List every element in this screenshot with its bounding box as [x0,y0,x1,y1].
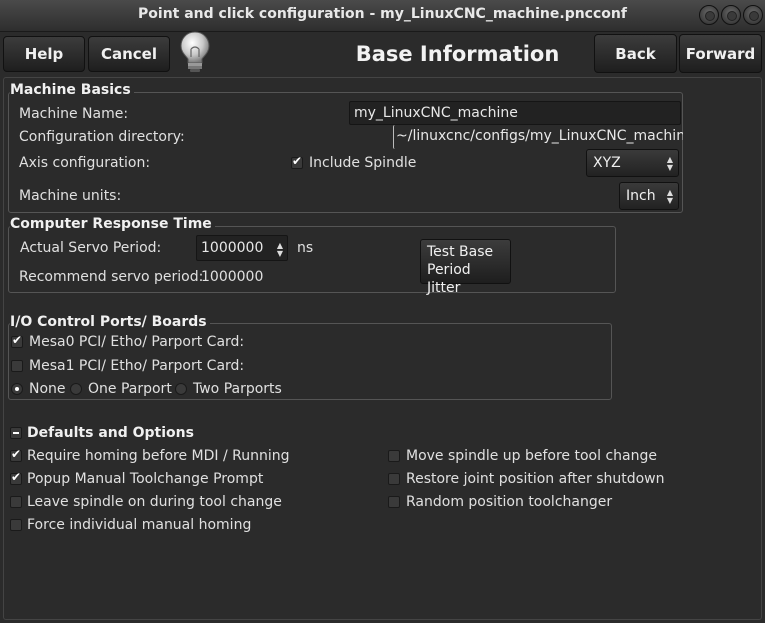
defaults-title: Defaults and Options [27,425,194,441]
lightbulb-icon [178,29,212,75]
parport-none-label: None [29,381,66,397]
test-button-line1: Test Base [427,244,494,260]
machine-units-value: Inch [626,188,656,204]
cancel-button[interactable]: Cancel [88,36,170,72]
updown-arrows-icon: ▲ ▼ [666,155,673,172]
force-manual-homing-checkbox[interactable] [10,519,22,531]
parport-one-label: One Parport [88,381,172,397]
machine-basics-title: Machine Basics [10,82,134,98]
mesa1-label: Mesa1 PCI/ Etho/ Parport Card: [29,358,245,374]
axis-config-select[interactable]: XYZ ▲ ▼ [586,149,679,177]
axis-config-value: XYZ [593,155,621,171]
mesa1-checkbox[interactable] [11,360,23,372]
servo-period-value: 1000000 [201,240,264,256]
spin-arrows-icon[interactable]: ▲ ▼ [277,242,283,258]
config-dir-label: Configuration directory: [19,129,185,145]
recommend-servo-label: Recommend servo period: [19,269,204,285]
servo-period-label: Actual Servo Period: [20,240,162,256]
maximize-icon[interactable] [721,5,741,25]
axis-config-label: Axis configuration: [19,155,151,171]
mesa0-checkbox[interactable] [11,333,23,348]
help-button[interactable]: Help [3,36,85,72]
test-base-period-jitter-button[interactable]: Test Base Period Jitter [420,239,511,296]
restore-joint-position-checkbox[interactable] [388,473,400,485]
parport-one-radio[interactable] [70,383,82,395]
parport-two-radio[interactable] [175,383,187,395]
back-button[interactable]: Back [594,34,677,73]
leave-spindle-on-checkbox[interactable] [10,496,22,508]
popup-toolchange-label: Popup Manual Toolchange Prompt [27,471,264,487]
forward-button[interactable]: Forward [679,34,762,73]
close-icon[interactable] [743,5,763,25]
response-time-title: Computer Response Time [10,216,215,232]
leave-spindle-on-label: Leave spindle on during tool change [27,494,282,510]
random-toolchanger-checkbox[interactable] [388,496,400,508]
machine-units-label: Machine units: [19,188,122,204]
recommend-servo-value: 1000000 [201,269,264,285]
restore-joint-position-label: Restore joint position after shutdown [406,471,665,487]
random-toolchanger-label: Random position toolchanger [406,494,613,510]
page-title: Base Information [355,42,560,66]
machine-name-input[interactable]: my_LinuxCNC_machine [349,101,681,125]
parport-none-radio[interactable] [11,383,23,395]
machine-name-label: Machine Name: [19,106,129,122]
move-spindle-up-label: Move spindle up before tool change [406,448,657,464]
minimize-icon[interactable] [699,5,719,25]
window-title: Point and click configuration - my_Linux… [138,6,627,22]
mesa0-label: Mesa0 PCI/ Etho/ Parport Card: [29,334,245,350]
require-homing-checkbox[interactable] [10,447,22,462]
include-spindle-label: Include Spindle [309,155,417,171]
parport-two-label: Two Parports [193,381,282,397]
test-button-line2: Period Jitter [427,262,471,296]
io-ports-title: I/O Control Ports/ Boards [10,314,210,330]
move-spindle-up-checkbox[interactable] [388,450,400,462]
window-titlebar: Point and click configuration - my_Linux… [0,0,765,32]
updown-arrows-icon: ▲ ▼ [666,188,673,205]
defaults-collapse-icon[interactable] [10,427,22,439]
force-manual-homing-label: Force individual manual homing [27,517,252,533]
servo-unit-label: ns [297,240,314,256]
machine-units-select[interactable]: Inch ▲ ▼ [619,182,679,210]
popup-toolchange-checkbox[interactable] [10,470,22,485]
config-dir-value: ~/linuxcnc/configs/my_LinuxCNC_machine [393,125,683,149]
require-homing-label: Require homing before MDI / Running [27,448,290,464]
include-spindle-checkbox[interactable] [291,154,303,169]
servo-period-spinbox[interactable]: 1000000 ▲ ▼ [196,235,288,261]
